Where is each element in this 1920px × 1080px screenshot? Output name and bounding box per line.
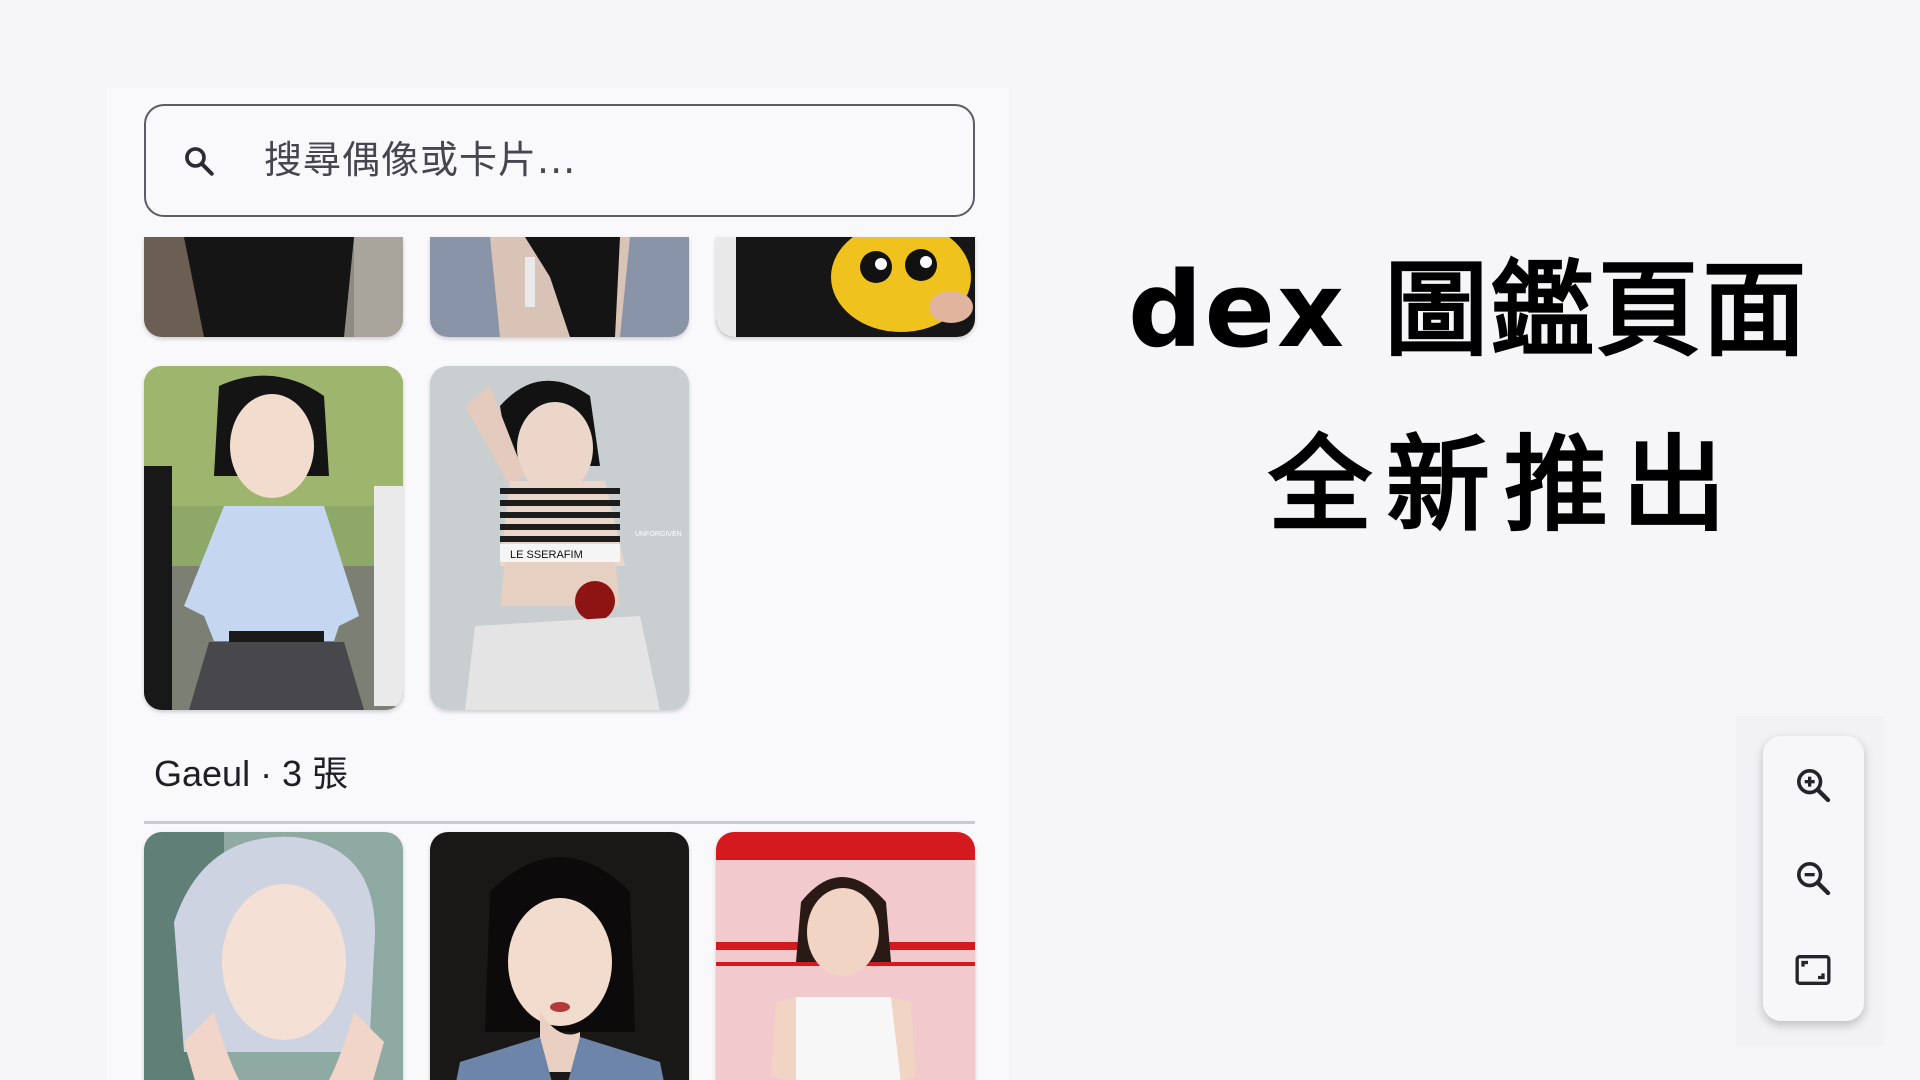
photo-side-text: UNFORGIVEN — [635, 531, 682, 538]
zoom-out-icon — [1797, 862, 1831, 896]
headline-title: dex 圖鑑頁面 — [1128, 249, 1809, 371]
photo-card[interactable] — [716, 237, 975, 337]
photo-card[interactable] — [144, 366, 403, 710]
card-gallery-panel: 搜尋偶像或卡片... LE SSERAFIM UNFORGIVEN Gaeul … — [107, 88, 1009, 1080]
member-section-header: Gaeul · 3 張 — [154, 753, 349, 794]
search-input[interactable]: 搜尋偶像或卡片... — [144, 104, 975, 217]
photo-card[interactable]: LE SSERAFIM UNFORGIVEN — [430, 366, 689, 710]
headline-subtitle: 全新推出 — [1268, 424, 1741, 546]
search-placeholder: 搜尋偶像或卡片... — [264, 138, 577, 182]
search-icon — [185, 147, 214, 176]
photo-card[interactable] — [430, 237, 689, 337]
zoom-out-button[interactable] — [1781, 846, 1845, 910]
photo-card[interactable] — [144, 237, 403, 337]
section-divider — [144, 821, 975, 824]
photo-print-text: LE SSERAFIM — [510, 549, 583, 561]
photo-card[interactable] — [144, 832, 403, 1080]
photo-card[interactable] — [716, 832, 975, 1080]
fit-screen-button[interactable] — [1781, 938, 1845, 1002]
zoom-toolbar — [1763, 736, 1864, 1021]
fit-screen-icon — [1795, 955, 1831, 985]
photo-card[interactable] — [430, 832, 689, 1080]
screen: 搜尋偶像或卡片... LE SSERAFIM UNFORGIVEN Gaeul … — [0, 0, 1920, 1080]
zoom-in-button[interactable] — [1781, 753, 1845, 817]
zoom-in-icon — [1797, 769, 1831, 803]
